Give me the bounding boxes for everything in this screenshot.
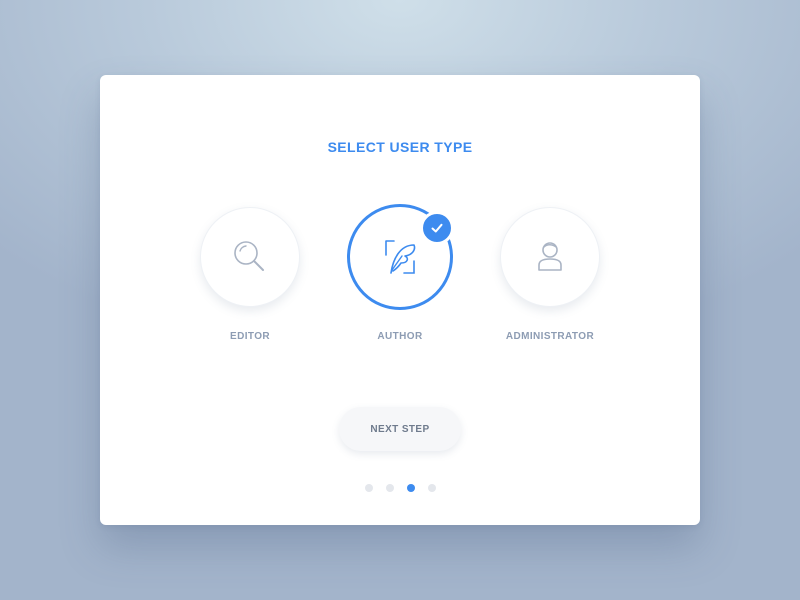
dialog-title: SELECT USER TYPE [327, 139, 473, 155]
checkmark-icon [431, 223, 443, 233]
pagination-dot-3[interactable] [406, 484, 415, 492]
user-type-option-author[interactable]: AUTHOR [330, 204, 470, 342]
option-label-author: AUTHOR [377, 331, 423, 342]
option-circle-author[interactable] [347, 204, 454, 310]
pagination-dot-2[interactable] [385, 484, 394, 492]
option-label-editor: EDITOR [230, 331, 270, 342]
next-step-button[interactable]: NEXT STEP [339, 407, 461, 451]
user-type-option-administrator[interactable]: ADMINISTRATOR [480, 207, 620, 342]
option-circle-administrator[interactable] [500, 207, 600, 307]
pagination-dot-1[interactable] [364, 484, 373, 492]
user-type-dialog: SELECT USER TYPE EDITOR AUTHOR ADMINISTR… [100, 75, 700, 525]
option-circle-editor[interactable] [200, 207, 300, 307]
pagination-dot-4[interactable] [427, 484, 436, 492]
selected-check-badge [420, 211, 454, 245]
quill-icon [385, 240, 416, 274]
user-type-option-editor[interactable]: EDITOR [180, 207, 320, 342]
pagination-dots [100, 484, 700, 492]
user-icon [538, 242, 562, 271]
option-label-administrator: ADMINISTRATOR [505, 331, 595, 342]
magnifier-icon [234, 241, 264, 271]
